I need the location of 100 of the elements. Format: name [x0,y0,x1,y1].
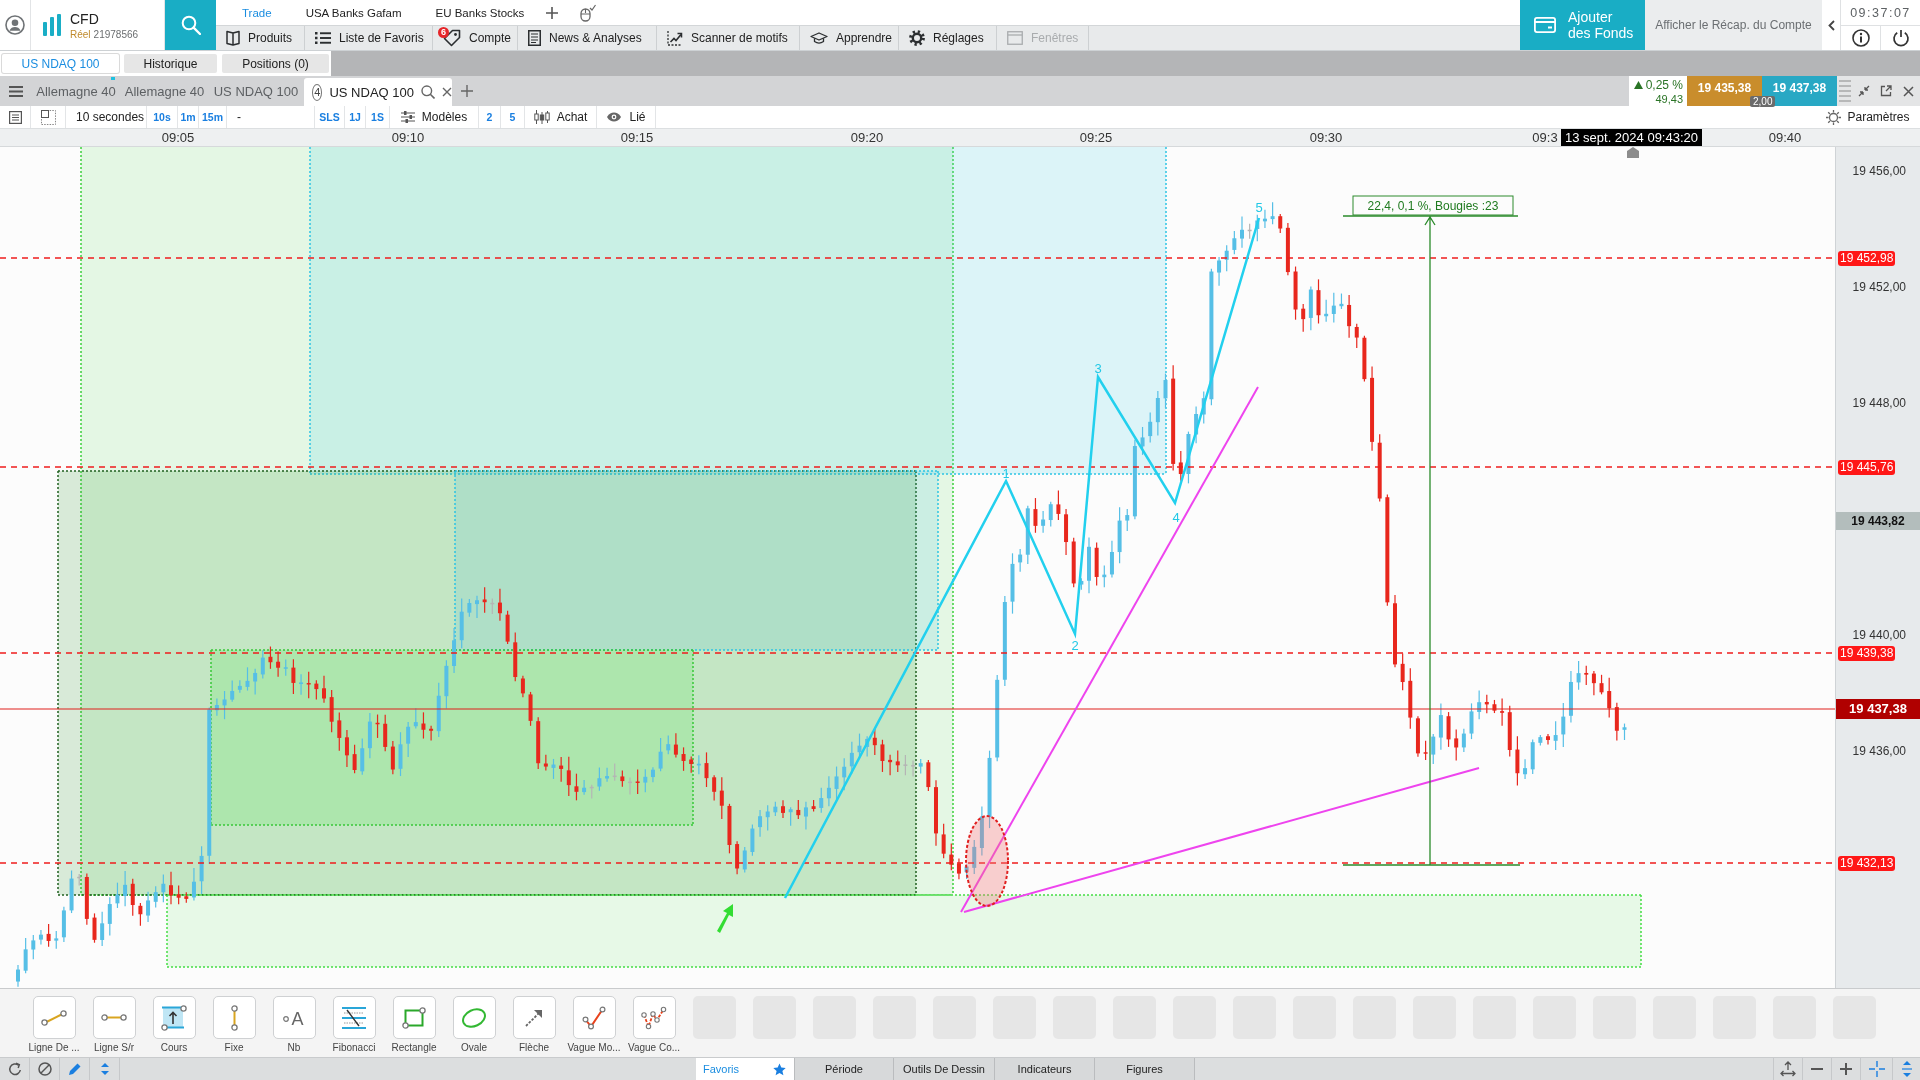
interval-dropdown[interactable]: 10 secondes [66,106,147,128]
bottom-tab[interactable]: Période [795,1058,894,1080]
add-icon [546,6,559,19]
plus-icon [1840,1063,1852,1075]
spread-badge: 2,00 [1750,96,1776,107]
top-tab[interactable]: EU Banks Stocks [435,6,525,19]
alert-price-tag: 19 445,76 [1838,459,1896,475]
chart-tab[interactable]: 4 US NDAQ 100 [304,78,452,106]
template-slot-button[interactable]: 2 [479,106,501,128]
bottom-tab[interactable]: Indicateurs [995,1058,1095,1080]
time-label: 09:25 [1079,130,1113,145]
range-button[interactable]: 1J [345,106,366,128]
search-icon[interactable] [421,85,435,99]
drawing-tool-button[interactable] [392,996,436,1039]
drawing-tool-button[interactable] [572,996,616,1039]
templates-button[interactable]: Modèles [390,106,479,128]
drawing-tool-button[interactable] [152,996,196,1039]
top-tab[interactable]: Trade [242,6,272,19]
card-icon [1534,17,1556,33]
interval-button[interactable]: 1m [178,106,199,128]
eye-icon [606,112,623,122]
drawing-tool-button[interactable] [452,996,496,1039]
nav-button[interactable]: Produits [216,26,305,50]
wave-icon [582,1005,606,1030]
nav-button[interactable]: Apprendre [800,26,899,50]
power-icon [1891,29,1910,47]
clock: 09:37:07 [1849,4,1912,22]
refresh-icon [7,1062,22,1076]
bottom-tab[interactable]: Figures [1095,1058,1195,1080]
time-label: 09:15 [620,130,654,145]
nav-button[interactable]: Liste de Favoris [305,26,433,50]
change-value: 49,43 [1655,92,1683,105]
drawing-tool-button[interactable] [632,996,676,1039]
complex-wave-icon [641,1005,667,1030]
style-dropdown[interactable]: - [227,106,315,128]
alert-price-tag: 19 452,98 [1838,250,1896,266]
time-label: 09:10 [391,130,425,145]
wave-label: 1 [1002,467,1010,481]
price-label: 19 448,00 [1852,396,1906,410]
tool-label: Ligne De ... [28,1042,80,1053]
alert-price-tag: 19 432,13 [1838,855,1896,871]
drawing-tool-button[interactable]: A [272,996,316,1039]
graduation-cap-icon [810,32,828,44]
panel-tab[interactable]: US NDAQ 100 [2,54,119,73]
gear-icon [909,30,925,46]
nav-button[interactable]: Réglages [899,26,997,50]
bars-logo-icon [43,14,61,36]
list-icon [315,32,331,44]
price-label: 19 456,00 [1852,164,1906,178]
wave-label: 4 [1172,510,1180,525]
account-summary-button[interactable]: Afficher le Récap. du Compte [1645,0,1822,50]
nav-button[interactable]: Scanner de motifs [657,26,800,50]
star-icon [773,1062,786,1076]
fibonacci-icon [341,1005,367,1030]
close-icon[interactable] [442,87,452,97]
tool-label: Vague Co... [627,1042,681,1053]
settings-button[interactable]: Paramètres [1826,106,1920,128]
popout-icon [1880,85,1892,97]
add-tab-button[interactable] [546,6,559,19]
minus-icon [1811,1068,1823,1070]
cursor-price-tag: 19 443,82 [1836,512,1920,530]
alert-price-tag: 19 439,38 [1838,645,1896,661]
tool-label: Ligne S/r [94,1042,134,1053]
up-down-icon [99,1062,110,1076]
vertical-line-icon [230,1004,238,1031]
order-button[interactable]: Achat [525,106,597,128]
panel-tab[interactable]: Positions (0) [222,54,329,73]
drawing-tool-button[interactable] [512,996,556,1039]
crosshair-icon [1868,1061,1885,1077]
nav-button[interactable]: News & Analyses [518,26,657,50]
range-button[interactable]: SLS [315,106,345,128]
chart-tab[interactable]: Allemagne 40 [31,76,121,106]
price-range-icon [161,1004,187,1031]
bottom-tab[interactable]: Favoris [696,1058,795,1080]
interval-button[interactable]: 10s [147,106,178,128]
link-button[interactable]: Lié [597,106,656,128]
mouse-button[interactable] [580,3,597,22]
settings-icon [1826,109,1842,125]
tool-label: Rectangle [391,1042,437,1053]
range-button[interactable]: 1S [366,106,390,128]
chart-tab[interactable]: Allemagne 40 [121,76,208,106]
chart-tab[interactable]: US NDAQ 100 [208,76,304,106]
minimize-icon [1858,85,1870,97]
bottom-tab[interactable]: Outils De Dessin [894,1058,995,1080]
move-arrows-icon [1780,1061,1796,1077]
vertical-arrows-icon [1901,1061,1912,1077]
window-icon [1007,31,1023,45]
search-button[interactable] [165,0,216,50]
account-mode: Réel [70,28,91,40]
time-label: 09:3 [1532,130,1558,145]
top-tab[interactable]: USA Banks Gafam [305,6,402,19]
close-icon [1902,85,1914,97]
document-icon [528,30,541,46]
sliders-icon [400,111,415,123]
drawing-tool-button[interactable] [332,996,376,1039]
menu-icon [8,85,23,97]
template-slot-button[interactable]: 5 [501,106,525,128]
interval-button[interactable]: 15m [199,106,227,128]
panel-tab[interactable]: Historique [124,54,217,73]
time-label: 09:30 [1309,130,1343,145]
